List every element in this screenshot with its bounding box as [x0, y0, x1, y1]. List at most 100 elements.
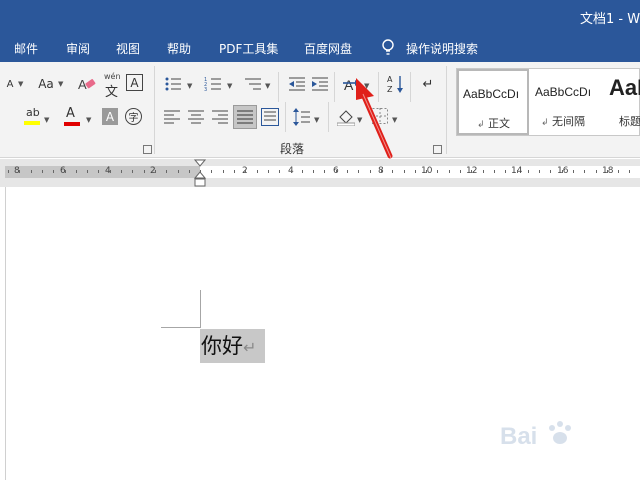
- tab-view[interactable]: 视图: [116, 40, 140, 57]
- align-center-icon[interactable]: [188, 110, 204, 124]
- ruler-tick: [223, 170, 224, 173]
- ruler-tick: [483, 170, 484, 173]
- indent-marker-icon[interactable]: [194, 159, 206, 187]
- paragraph-mark: ↵: [243, 338, 257, 357]
- ruler-tick: [573, 170, 574, 173]
- numbering-icon[interactable]: 123: [204, 76, 222, 92]
- ribbon-tabs: 邮件 审阅 视图 帮助 PDF工具集 百度网盘 操作说明搜索: [0, 34, 640, 62]
- ruler-tick: [166, 170, 167, 173]
- tab-pdf-tools[interactable]: PDF工具集: [219, 40, 278, 57]
- multilevel-list-icon[interactable]: [244, 76, 262, 92]
- font-dialog-launcher[interactable]: [143, 145, 152, 154]
- chevron-down-icon: ▼: [227, 82, 233, 90]
- margin-corner-mark: [200, 290, 201, 328]
- ruler-tick: [42, 170, 43, 173]
- ruler-tick: [415, 170, 416, 173]
- ruler-tick: [110, 170, 111, 173]
- bullets-icon[interactable]: [164, 76, 182, 92]
- character-shading-button[interactable]: A: [102, 108, 118, 125]
- ruler-tick: [302, 170, 303, 173]
- ruler-tick: [584, 170, 585, 173]
- ruler-tick: [144, 170, 145, 173]
- ruler-tick: [629, 170, 630, 173]
- group-divider: [410, 72, 411, 102]
- svg-text:3: 3: [204, 87, 207, 92]
- baidu-jingyan-watermark: Bai: [500, 421, 571, 450]
- ruler-tick: [65, 170, 66, 173]
- clear-formatting-icon[interactable]: A: [78, 76, 96, 92]
- ruler-tick: [291, 170, 292, 173]
- chevron-down-icon: ▼: [314, 116, 320, 124]
- justify-icon: [237, 110, 253, 124]
- character-border-button[interactable]: A: [126, 74, 143, 91]
- ruler-tick: [324, 170, 325, 173]
- style-heading[interactable]: AaB 标题: [605, 69, 640, 135]
- ruler-tick: [505, 170, 506, 173]
- ruler-tick: [245, 170, 246, 173]
- chevron-down-icon: ▼: [18, 80, 24, 88]
- style-no-spacing[interactable]: AaBbCcDı ↲ 无间隔: [531, 69, 603, 135]
- ruler-tick: [189, 170, 190, 173]
- ruler-tick: [460, 170, 461, 173]
- title-bar: 文档1 - W: [0, 0, 640, 34]
- ruler-tick: [392, 170, 393, 173]
- paragraph-dialog-launcher[interactable]: [433, 145, 442, 154]
- tab-help[interactable]: 帮助: [167, 40, 191, 57]
- ruler-tick: [53, 170, 54, 173]
- ruler-tick: [87, 170, 88, 173]
- ruler-tick: [8, 170, 9, 173]
- ruler-tick: [528, 170, 529, 173]
- highlight-color-swatch: [24, 121, 40, 125]
- ruler-tick: [550, 170, 551, 173]
- lightbulb-icon[interactable]: [381, 39, 395, 57]
- chevron-down-icon: ▼: [187, 82, 193, 90]
- ruler-tick: [257, 170, 258, 173]
- text-highlight-button[interactable]: ab: [22, 106, 44, 128]
- ruler-tick: [539, 170, 540, 173]
- line-spacing-icon[interactable]: [292, 108, 310, 126]
- ruler-tick: [596, 170, 597, 173]
- styles-gallery: AaBbCcDı ↲ 正文 AaBbCcDı ↲ 无间隔 AaB 标题: [456, 68, 640, 136]
- ruler-tick: [98, 170, 99, 173]
- selected-text[interactable]: 你好↵: [200, 329, 265, 363]
- justify-button[interactable]: [233, 105, 257, 129]
- group-divider: [328, 102, 329, 132]
- ruler-tick: [76, 170, 77, 173]
- ruler-tick: [404, 170, 405, 173]
- ruler-tick: [607, 170, 608, 173]
- font-color-button[interactable]: A: [62, 106, 84, 128]
- style-normal[interactable]: AaBbCcDı ↲ 正文: [457, 69, 529, 135]
- tell-me-search[interactable]: 操作说明搜索: [406, 40, 478, 57]
- ruler-tick: [370, 170, 371, 173]
- annotation-arrow-icon: [356, 78, 393, 159]
- enclose-characters-button[interactable]: 字: [125, 108, 142, 125]
- ruler-tick: [426, 170, 427, 173]
- ruler-tick: [471, 170, 472, 173]
- ruler-tick: [121, 170, 122, 173]
- ruler-tick: [336, 170, 337, 173]
- change-case-button[interactable]: Aa: [32, 74, 60, 94]
- shrink-font-icon[interactable]: A: [0, 74, 20, 94]
- decrease-indent-icon[interactable]: [288, 76, 306, 92]
- tab-baidu-netdisk[interactable]: 百度网盘: [304, 40, 352, 57]
- align-left-icon[interactable]: [164, 110, 180, 124]
- distributed-icon[interactable]: [261, 108, 279, 126]
- align-right-icon[interactable]: [212, 110, 228, 124]
- ruler-tick: [313, 170, 314, 173]
- chevron-down-icon: ▼: [58, 80, 64, 88]
- increase-indent-icon[interactable]: [311, 76, 329, 92]
- show-formatting-marks-icon[interactable]: ↵: [418, 74, 438, 94]
- tab-review[interactable]: 审阅: [66, 40, 90, 57]
- ruler-tick: [211, 170, 212, 173]
- phonetic-guide-button[interactable]: wén 文: [102, 72, 122, 100]
- ruler-tick: [562, 170, 563, 173]
- tab-mailings[interactable]: 邮件: [14, 40, 38, 57]
- paragraph-group-label: 段落: [280, 142, 305, 156]
- ruler-tick: [234, 170, 235, 173]
- font-color-swatch: [64, 122, 80, 126]
- horizontal-ruler[interactable]: 8 6 4 2 2 4 6 8 10 12 14 16 18: [0, 159, 640, 187]
- svg-text:Bai: Bai: [500, 423, 537, 450]
- ruler-tick: [618, 170, 619, 173]
- ruler-tick: [155, 170, 156, 173]
- ruler-left-margin: [5, 166, 200, 178]
